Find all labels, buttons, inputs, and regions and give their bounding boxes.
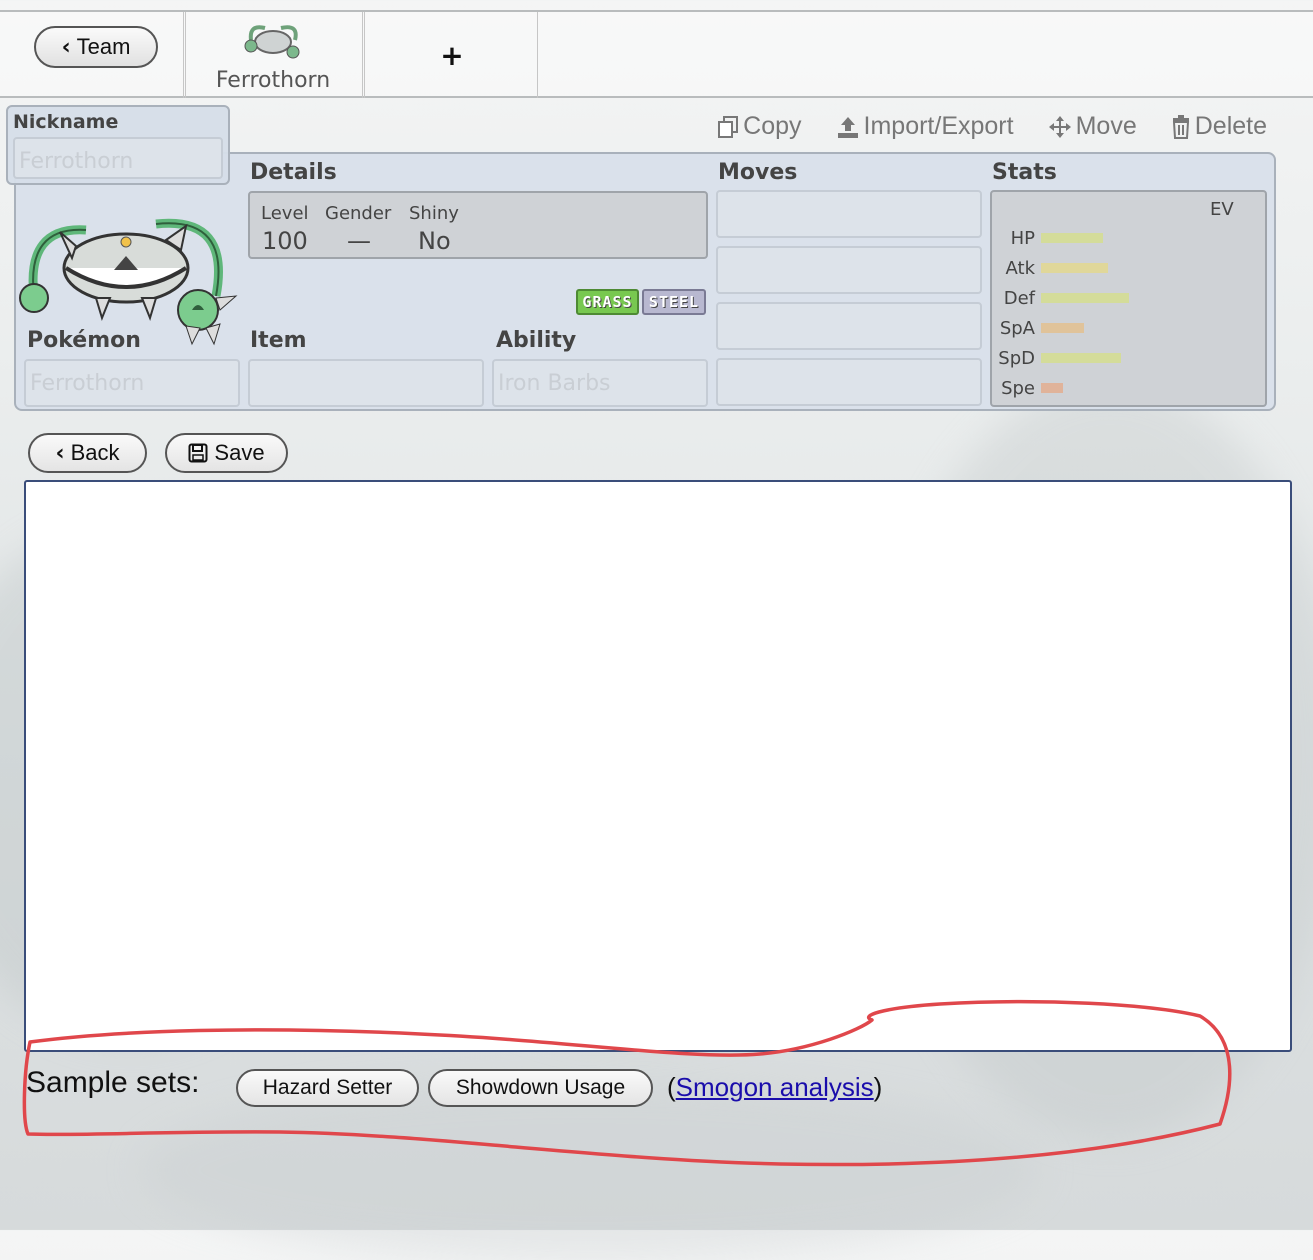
- stat-bar: [1041, 323, 1084, 333]
- shiny-label: Shiny: [409, 203, 459, 224]
- details-box[interactable]: Level Gender Shiny 100 — No: [248, 191, 708, 259]
- copy-icon: [718, 115, 739, 138]
- team-tab-bar: ‹ Team Ferrothorn +: [0, 10, 1313, 98]
- upload-icon: [837, 116, 858, 138]
- move-label: Move: [1075, 112, 1137, 140]
- ferrothorn-sprite: [19, 218, 238, 346]
- stat-name: SpD: [998, 347, 1035, 369]
- move-button[interactable]: Move: [1048, 112, 1137, 141]
- chevron-left-icon: ‹: [55, 440, 65, 466]
- delete-button[interactable]: Delete: [1171, 112, 1267, 141]
- stat-row-hp: HP: [992, 223, 1103, 253]
- stat-name: Spe: [1001, 377, 1035, 399]
- stat-row-spa: SpA: [992, 313, 1084, 343]
- sample-set-button-showdown-usage[interactable]: Showdown Usage: [428, 1069, 653, 1107]
- copy-button[interactable]: Copy: [717, 112, 802, 141]
- stat-name: Def: [1003, 287, 1035, 309]
- ability-input[interactable]: Iron Barbs: [492, 359, 708, 407]
- gender-value: —: [347, 227, 371, 255]
- ability-label: Ability: [496, 328, 577, 353]
- pokemon-label: Pokémon: [27, 328, 141, 353]
- details-label: Details: [250, 160, 337, 185]
- stat-name: HP: [1010, 227, 1035, 249]
- moves-label: Moves: [718, 160, 798, 185]
- tab-ferrothorn[interactable]: Ferrothorn: [187, 12, 359, 98]
- nickname-box: Nickname Ferrothorn: [6, 105, 230, 185]
- save-button[interactable]: Save: [165, 433, 288, 473]
- stat-row-atk: Atk: [992, 253, 1108, 283]
- item-label: Item: [250, 328, 307, 353]
- copy-label: Copy: [743, 112, 802, 140]
- sample-set-button-hazard-setter[interactable]: Hazard Setter: [236, 1069, 419, 1107]
- stat-bar: [1041, 293, 1129, 303]
- tab-divider: [183, 12, 186, 98]
- tab-pokemon-label: Ferrothorn: [215, 68, 331, 93]
- stat-row-def: Def: [992, 283, 1129, 313]
- floppy-disk-icon: [188, 443, 208, 463]
- nickname-input[interactable]: Ferrothorn: [13, 137, 223, 179]
- tab-divider: [537, 12, 540, 98]
- trash-icon: [1172, 114, 1189, 139]
- sample-sets-label: Sample sets:: [26, 1066, 200, 1099]
- move-input-1[interactable]: [716, 190, 982, 238]
- move-input-4[interactable]: [716, 358, 982, 406]
- move-input-2[interactable]: [716, 246, 982, 294]
- sample-sets-row: Sample sets:: [26, 1066, 199, 1100]
- open-paren: (: [667, 1072, 676, 1102]
- set-actions: Copy Import/Export Move Delete: [717, 112, 1267, 141]
- tab-divider: [362, 12, 365, 98]
- close-paren: ): [873, 1072, 883, 1102]
- team-button[interactable]: ‹ Team: [34, 26, 158, 68]
- import-export-textarea[interactable]: [24, 480, 1292, 1052]
- stat-bar: [1041, 233, 1103, 243]
- ferrothorn-sprite-icon: [244, 25, 300, 59]
- stat-name: Atk: [1005, 257, 1035, 279]
- smogon-analysis-wrapper: (Smogon analysis): [667, 1072, 882, 1103]
- stat-bar: [1041, 353, 1121, 363]
- nickname-label: Nickname: [13, 111, 119, 133]
- save-button-label: Save: [214, 440, 265, 465]
- back-button-label: Back: [70, 440, 120, 465]
- item-input[interactable]: [248, 359, 484, 407]
- level-value: 100: [262, 227, 308, 255]
- smogon-analysis-link[interactable]: Smogon analysis: [676, 1072, 874, 1102]
- stat-bar: [1041, 383, 1063, 393]
- pokemon-input[interactable]: Ferrothorn: [24, 359, 240, 407]
- type-badge-steel: STEEL: [642, 289, 706, 315]
- stat-row-spd: SpD: [992, 343, 1121, 373]
- stat-name: SpA: [999, 317, 1035, 339]
- team-button-label: Team: [76, 34, 131, 59]
- level-label: Level: [261, 203, 309, 224]
- delete-label: Delete: [1194, 112, 1267, 140]
- shiny-value: No: [418, 227, 451, 255]
- move-input-3[interactable]: [716, 302, 982, 350]
- import-export-label: Import/Export: [863, 112, 1014, 140]
- stat-row-spe: Spe: [992, 373, 1063, 403]
- chevron-left-icon: ‹: [61, 34, 71, 60]
- add-pokemon-tab[interactable]: +: [366, 12, 538, 98]
- ev-label: EV: [1210, 199, 1234, 220]
- gender-label: Gender: [325, 203, 392, 224]
- back-button[interactable]: ‹ Back: [28, 433, 147, 473]
- move-arrows-icon: [1048, 115, 1071, 138]
- stat-bar: [1041, 263, 1108, 273]
- stats-label: Stats: [992, 160, 1057, 185]
- type-badge-grass: GRASS: [576, 289, 639, 315]
- stats-box[interactable]: EV HP Atk Def SpA SpD Spe: [990, 190, 1267, 407]
- import-export-button[interactable]: Import/Export: [836, 112, 1014, 141]
